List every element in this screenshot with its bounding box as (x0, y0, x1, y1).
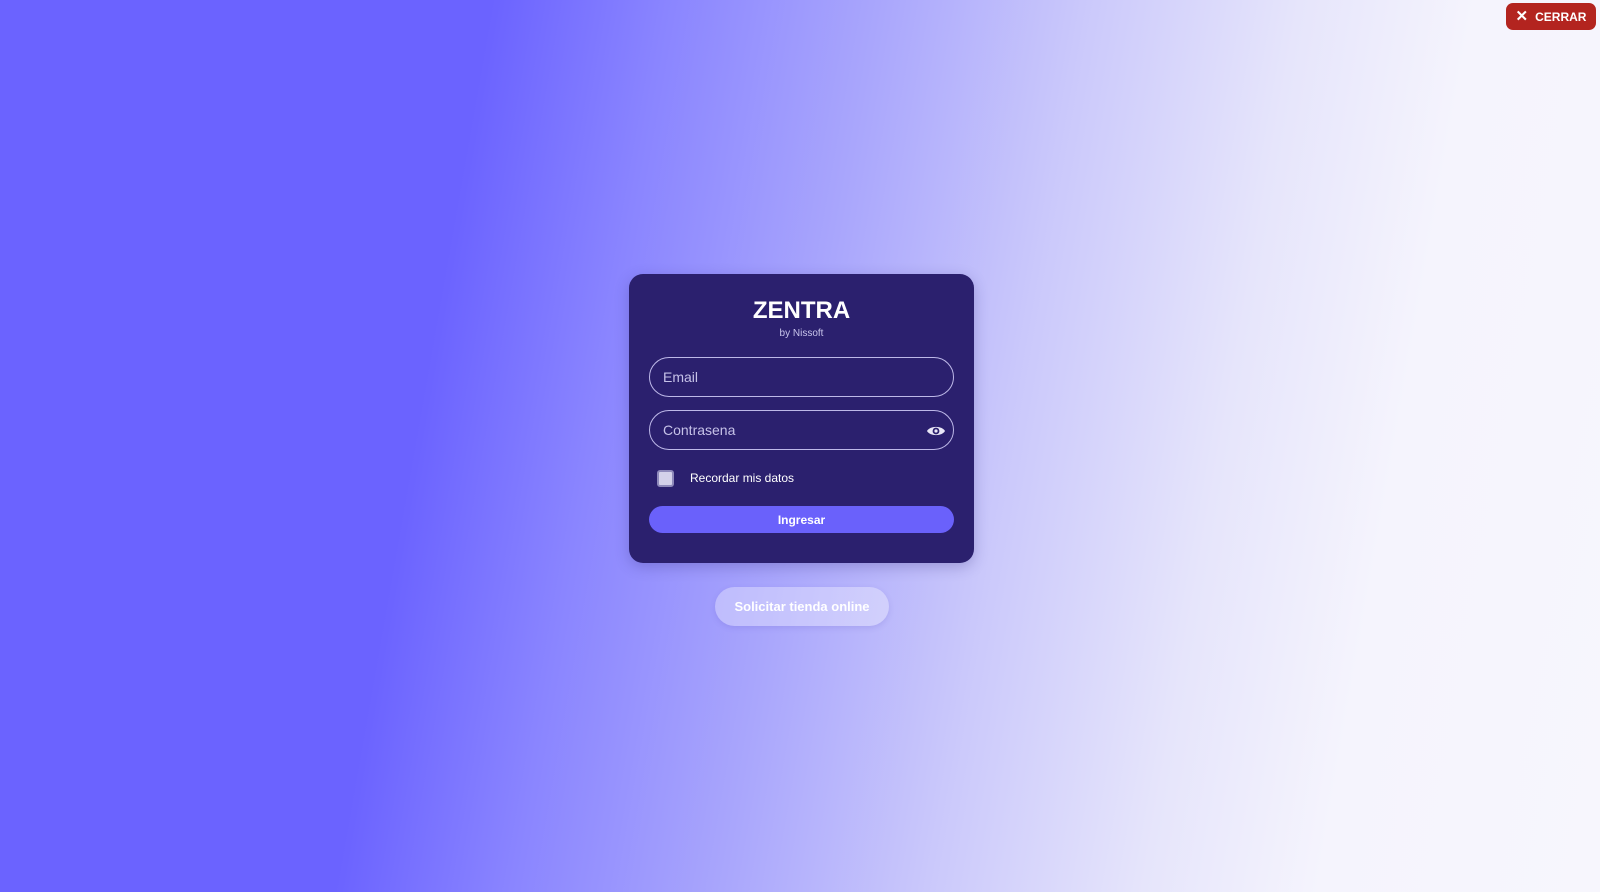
login-card: ZENTRA by Nissoft Recordar mis datos Ing… (629, 274, 974, 563)
password-field-wrapper (649, 410, 954, 450)
remember-checkbox[interactable] (657, 469, 674, 487)
login-button[interactable]: Ingresar (649, 506, 954, 533)
login-page: ✕ CERRAR ZENTRA by Nissoft Recordar mis … (0, 0, 1600, 892)
remember-row: Recordar mis datos (657, 463, 954, 493)
password-field[interactable] (650, 411, 953, 449)
close-icon: ✕ (1515, 8, 1529, 25)
remember-label: Recordar mis datos (690, 471, 795, 485)
close-label: CERRAR (1535, 9, 1587, 24)
close-button[interactable]: ✕ CERRAR (1506, 3, 1596, 30)
brand-title: ZENTRA (752, 297, 851, 324)
email-field-wrapper (649, 357, 954, 397)
brand-subtitle: by Nissoft (779, 328, 824, 339)
email-field[interactable] (650, 358, 953, 396)
request-store-button[interactable]: Solicitar tienda online (715, 587, 889, 626)
eye-icon[interactable] (925, 420, 947, 442)
